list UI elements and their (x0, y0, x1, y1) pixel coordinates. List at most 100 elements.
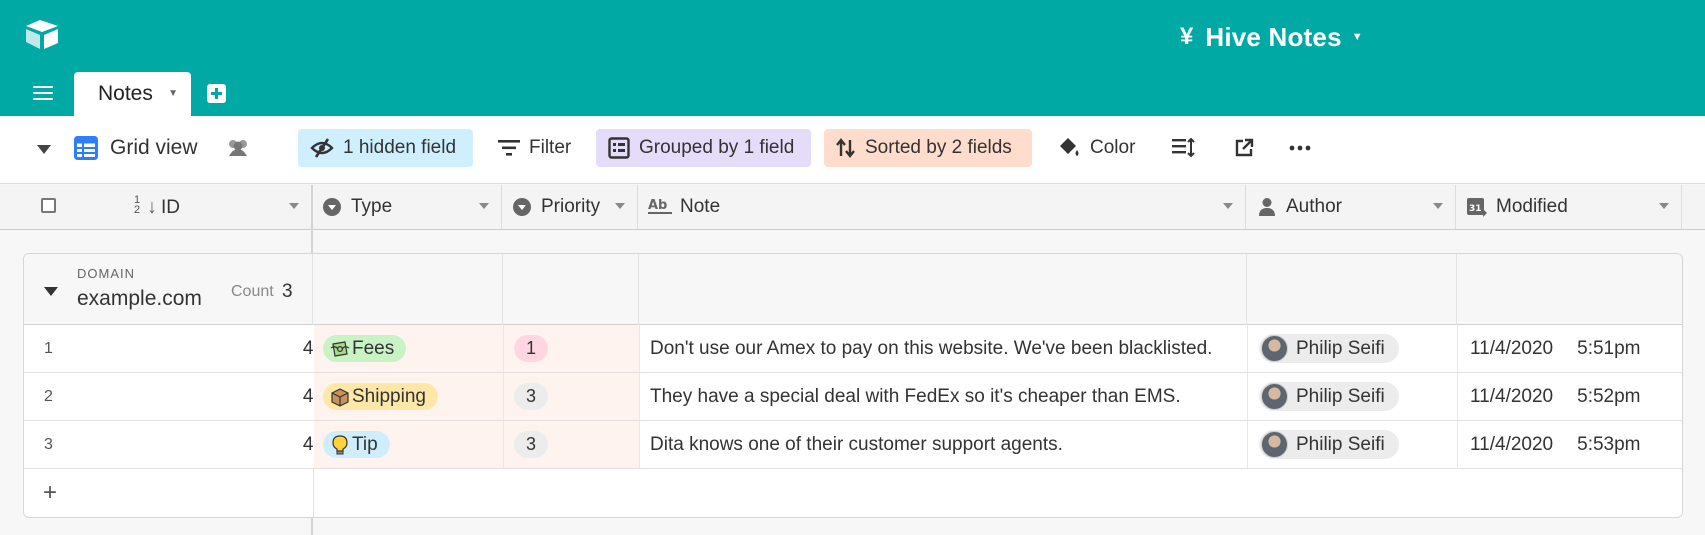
column-header-author[interactable]: Author (1246, 185, 1456, 229)
modified-time: 5:51pm (1577, 337, 1641, 359)
chevron-down-icon[interactable] (1433, 203, 1443, 209)
id-cell[interactable]: 43 (144, 421, 334, 468)
more-options-icon[interactable] (1289, 129, 1311, 167)
modified-cell[interactable]: 11/4/2020 5:51pm (1458, 325, 1682, 372)
sort-label: Sorted by 2 fields (865, 137, 1012, 158)
user-name: Philip Seifi (1296, 385, 1385, 407)
type-cell[interactable]: Shipping (314, 373, 504, 420)
add-record-button[interactable]: + (24, 469, 314, 517)
sort-button[interactable]: Sorted by 2 fields (824, 129, 1032, 167)
priority-chip: 1 (514, 335, 548, 362)
app-header: ¥ Hive Notes ▼ Notes ▼ (0, 0, 1705, 116)
group-header[interactable]: DOMAIN example.com Count 3 (24, 254, 1682, 325)
id-cell[interactable]: 42 (144, 373, 334, 420)
row-number: 3 (44, 435, 53, 453)
modified-cell[interactable]: 11/4/2020 5:53pm (1458, 421, 1682, 468)
column-modified-label: Modified (1496, 196, 1568, 217)
single-select-icon (513, 198, 531, 216)
empty-area (314, 469, 1682, 517)
column-header-id[interactable]: 12 ↓ ID (0, 185, 312, 229)
select-all-checkbox[interactable] (41, 198, 56, 213)
row-number: 2 (44, 387, 53, 405)
modified-time: 5:53pm (1577, 433, 1641, 455)
hidden-fields-label: 1 hidden field (343, 137, 457, 158)
id-cell[interactable]: 41 (144, 325, 334, 372)
filter-button[interactable]: Filter (496, 129, 571, 167)
priority-chip: 3 (514, 383, 548, 410)
column-header-priority[interactable]: Priority (502, 185, 638, 229)
base-title[interactable]: ¥ Hive Notes ▼ (1180, 18, 1363, 56)
column-header-note[interactable]: Ab Note (638, 185, 1246, 229)
column-header-row: 12 ↓ ID Type Priority Ab Note Author 31 … (0, 185, 1705, 230)
user-chip: Philip Seifi (1259, 334, 1399, 363)
author-cell[interactable]: Philip Seifi (1248, 373, 1458, 420)
modified-cell[interactable]: 11/4/2020 5:52pm (1458, 373, 1682, 420)
author-cell[interactable]: Philip Seifi (1248, 421, 1458, 468)
view-name-button[interactable]: Grid view (74, 129, 198, 167)
chevron-down-icon: ▼ (1351, 31, 1363, 43)
avatar (1261, 335, 1288, 362)
eye-slash-icon (310, 138, 334, 158)
note-cell[interactable]: Dita knows one of their customer support… (640, 421, 1248, 468)
view-name: Grid view (110, 136, 198, 159)
column-note-label: Note (680, 196, 721, 217)
yen-icon: ¥ (1180, 23, 1194, 50)
note-cell[interactable]: They have a special deal with FedEx so i… (640, 373, 1248, 420)
type-cell[interactable]: Fees (314, 325, 504, 372)
view-toolbar: Grid view 1 hidden field Filter Grouped … (0, 116, 1705, 184)
row-height-icon[interactable] (1172, 129, 1196, 167)
chevron-down-icon[interactable] (1659, 203, 1669, 209)
last-modified-calendar-icon: 31 (1467, 198, 1487, 217)
tab-label: Notes (98, 82, 153, 105)
author-cell[interactable]: Philip Seifi (1248, 325, 1458, 372)
menu-icon[interactable] (33, 86, 53, 100)
column-priority-label: Priority (541, 196, 601, 217)
type-chip-label: Tip (352, 433, 378, 455)
modified-date: 11/4/2020 (1470, 433, 1554, 455)
chevron-down-icon[interactable]: ▼ (168, 88, 178, 99)
avatar (1261, 383, 1288, 410)
light-bulb-icon (332, 434, 348, 454)
record-group: DOMAIN example.com Count 3 1 41 Fees 1 D… (23, 253, 1683, 518)
chevron-down-icon[interactable] (479, 203, 489, 209)
share-view-icon[interactable] (1234, 129, 1254, 167)
chevron-down-icon[interactable] (289, 203, 299, 209)
collapse-group-icon[interactable] (44, 287, 58, 296)
group-count: 3 (282, 281, 293, 302)
group-button[interactable]: Grouped by 1 field (596, 129, 811, 167)
airtable-logo-icon[interactable] (24, 19, 60, 51)
column-header-modified[interactable]: 31 Modified (1456, 185, 1682, 229)
add-table-icon[interactable] (207, 84, 226, 103)
color-button[interactable]: Color (1055, 129, 1135, 167)
type-chip: Tip (323, 431, 390, 458)
priority-cell[interactable]: 1 (504, 325, 640, 372)
chevron-down-icon[interactable] (615, 203, 625, 209)
plus-icon: + (43, 479, 58, 506)
chevron-down-icon[interactable] (1223, 203, 1233, 209)
column-header-type[interactable]: Type (312, 185, 502, 229)
row-number: 1 (44, 339, 53, 357)
collaborators-icon[interactable] (225, 129, 251, 167)
color-label: Color (1090, 137, 1136, 158)
column-divider (502, 254, 503, 325)
sort-arrow-icon: ↓ (147, 196, 157, 218)
group-icon (608, 137, 630, 159)
type-cell[interactable]: Tip (314, 421, 504, 468)
priority-cell[interactable]: 3 (504, 373, 640, 420)
modified-time: 5:52pm (1577, 385, 1641, 407)
priority-chip: 3 (514, 431, 548, 458)
table-row[interactable]: 1 41 Fees 1 Don't use our Amex to pay on… (24, 325, 1682, 373)
table-row[interactable]: 3 43 Tip 3 Dita knows one of their custo… (24, 421, 1682, 469)
user-chip: Philip Seifi (1259, 430, 1399, 459)
avatar (1261, 431, 1288, 458)
type-chip-label: Fees (352, 337, 395, 359)
group-count-label: Count (231, 283, 274, 300)
view-switcher-caret-icon[interactable] (37, 145, 51, 154)
priority-cell[interactable]: 3 (504, 421, 640, 468)
hidden-fields-button[interactable]: 1 hidden field (298, 129, 473, 167)
table-row[interactable]: 2 42 Shipping 3 They have a special deal… (24, 373, 1682, 421)
note-cell[interactable]: Don't use our Amex to pay on this websit… (640, 325, 1248, 372)
svg-text:31: 31 (1469, 204, 1482, 214)
user-icon (1259, 198, 1275, 216)
tab-notes[interactable]: Notes ▼ (74, 72, 191, 116)
